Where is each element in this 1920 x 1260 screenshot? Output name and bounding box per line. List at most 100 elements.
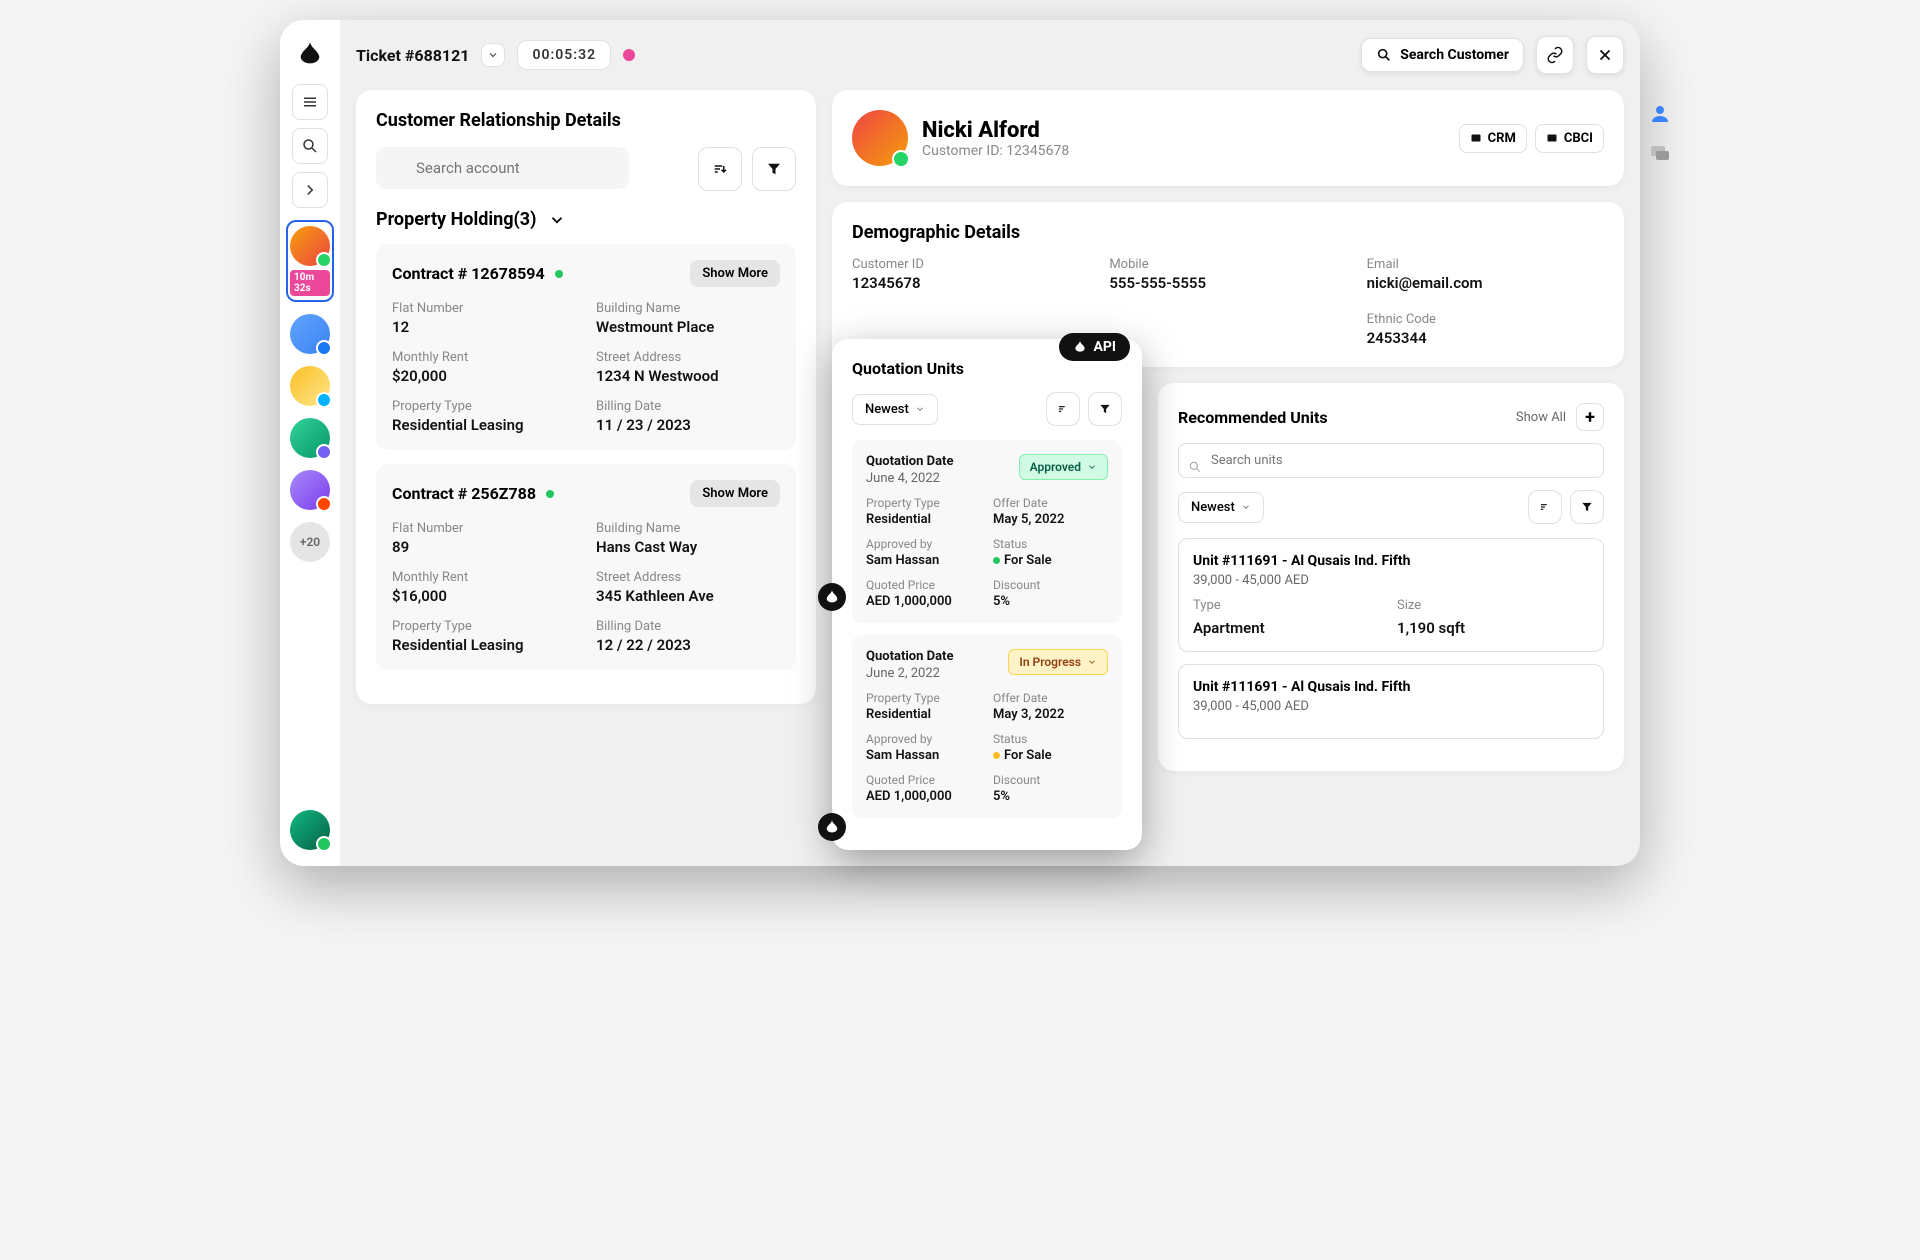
label: Flat Number <box>392 301 576 316</box>
label: Quoted Price <box>866 578 981 592</box>
value: May 3, 2022 <box>993 707 1108 722</box>
label: Type <box>1193 598 1385 613</box>
viber-icon <box>316 444 332 460</box>
show-all-link[interactable]: Show All <box>1516 410 1566 425</box>
filter-button[interactable] <box>1570 490 1604 524</box>
crm-button[interactable]: CRM <box>1459 124 1527 153</box>
menu-button[interactable] <box>292 84 328 120</box>
app-logo <box>292 36 328 72</box>
label: Email <box>1367 257 1604 272</box>
label: Approved by <box>866 537 981 551</box>
recommended-panel: Recommended Units Show All + Newest <box>1158 383 1624 771</box>
facebook-icon <box>316 340 332 356</box>
avatar <box>290 314 330 354</box>
conversation-1[interactable]: 10m 32s <box>286 220 334 302</box>
crd-panel: Customer Relationship Details Property H… <box>356 90 816 704</box>
user-tab[interactable] <box>1648 102 1672 126</box>
status-dot-icon <box>555 270 563 278</box>
conversation-4[interactable] <box>286 418 334 458</box>
property-holding-toggle[interactable]: Property Holding(3) <box>376 209 796 230</box>
value: AED 1,000,000 <box>866 594 981 609</box>
cbci-button[interactable]: CBCI <box>1535 124 1604 153</box>
status-dot-icon <box>993 557 1000 564</box>
value: Residential <box>866 512 981 527</box>
value: June 2, 2022 <box>866 666 953 681</box>
sort-select[interactable]: Newest <box>852 394 938 425</box>
search-units-input[interactable] <box>1178 443 1604 478</box>
chevron-down-icon <box>915 404 925 414</box>
id-icon <box>1546 132 1558 144</box>
link-button[interactable] <box>1536 36 1574 74</box>
label: Quoted Price <box>866 773 981 787</box>
reddit-icon <box>316 496 332 512</box>
id-icon <box>1470 132 1482 144</box>
call-timer: 00:05:32 <box>517 40 611 70</box>
label: Property Type <box>866 691 981 705</box>
conversation-5[interactable] <box>286 470 334 510</box>
conversation-timer: 10m 32s <box>290 270 330 296</box>
filter-button[interactable] <box>1088 392 1122 426</box>
ticket-title: Ticket #688121 <box>356 46 469 65</box>
conversation-3[interactable] <box>286 366 334 406</box>
value: 1,190 sqft <box>1397 619 1589 637</box>
sort-select[interactable]: Newest <box>1178 492 1264 523</box>
filter-icon <box>1098 402 1112 416</box>
sort-button[interactable] <box>1046 392 1080 426</box>
label: Status <box>993 732 1108 746</box>
value: AED 1,000,000 <box>866 789 981 804</box>
value: Sam Hassan <box>866 553 981 568</box>
value: 5% <box>993 789 1108 804</box>
filter-button[interactable] <box>752 147 796 191</box>
conversation-2[interactable] <box>286 314 334 354</box>
close-button[interactable] <box>1586 36 1624 74</box>
status-select[interactable]: In Progress <box>1008 649 1108 675</box>
brand-badge-icon <box>818 583 846 611</box>
search-icon <box>1376 47 1392 63</box>
search-customer-button[interactable]: Search Customer <box>1361 38 1524 72</box>
ticket-dropdown[interactable] <box>481 43 505 67</box>
chevron-down-icon <box>1087 462 1097 472</box>
profile-panel: Nicki Alford Customer ID: 12345678 CRM C… <box>832 90 1624 186</box>
expand-rail-button[interactable] <box>292 172 328 208</box>
value: Apartment <box>1193 619 1385 637</box>
left-rail: 10m 32s +20 <box>280 20 340 866</box>
sort-icon <box>711 160 729 178</box>
quotation-panel: API Quotation Units Newest Quotation Dat… <box>832 339 1142 850</box>
more-conversations[interactable]: +20 <box>290 522 330 562</box>
show-more-button[interactable]: Show More <box>690 480 780 507</box>
customer-id: Customer ID: 12345678 <box>922 143 1069 159</box>
close-icon <box>1596 46 1614 64</box>
label: Billing Date <box>596 399 780 414</box>
current-agent[interactable] <box>286 810 334 850</box>
contract-card: Contract # 12678594 Show More Flat Numbe… <box>376 244 796 450</box>
rail-search-button[interactable] <box>292 128 328 164</box>
crd-title: Customer Relationship Details <box>376 110 796 131</box>
search-account-input[interactable] <box>376 147 629 189</box>
chat-tab[interactable] <box>1648 142 1672 166</box>
sort-button[interactable] <box>1528 490 1562 524</box>
leaf-logo-icon <box>296 40 324 68</box>
unit-card[interactable]: Unit #111691 - Al Qusais Ind. Fifth 39,0… <box>1178 538 1604 652</box>
value: 11 / 23 / 2023 <box>596 416 780 434</box>
avatar <box>290 470 330 510</box>
status-select[interactable]: Approved <box>1019 454 1108 480</box>
recommended-title: Recommended Units <box>1178 408 1328 427</box>
value: Residential Leasing <box>392 636 576 654</box>
label: Status <box>993 537 1108 551</box>
value: Residential Leasing <box>392 416 576 434</box>
label: Flat Number <box>392 521 576 536</box>
unit-price: 39,000 - 45,000 AED <box>1193 573 1589 588</box>
filter-icon <box>1580 500 1594 514</box>
sort-button[interactable] <box>698 147 742 191</box>
topbar: Ticket #688121 00:05:32 Search Customer <box>356 36 1624 74</box>
label: Offer Date <box>993 496 1108 510</box>
search-customer-label: Search Customer <box>1400 47 1509 63</box>
right-rail <box>1648 102 1672 166</box>
add-unit-button[interactable]: + <box>1576 403 1604 431</box>
status-dot-icon <box>546 490 554 498</box>
show-more-button[interactable]: Show More <box>690 260 780 287</box>
avatar <box>290 226 330 266</box>
unit-card[interactable]: Unit #111691 - Al Qusais Ind. Fifth 39,0… <box>1178 664 1604 739</box>
sort-icon <box>1056 402 1070 416</box>
contract-title: Contract # 256Z788 <box>392 484 536 503</box>
